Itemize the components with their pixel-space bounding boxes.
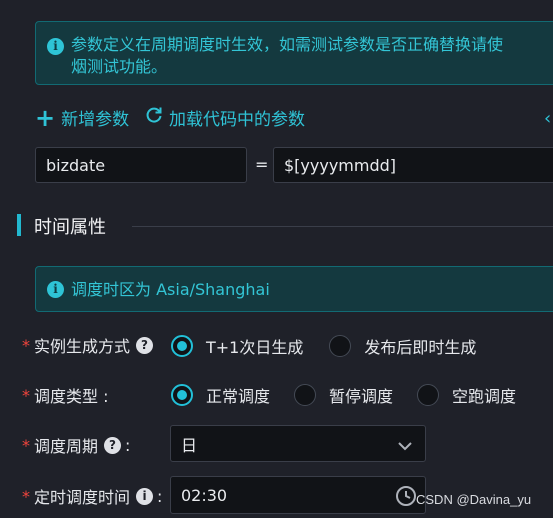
help-icon[interactable]: ?	[104, 436, 122, 454]
chevron-down-icon	[397, 437, 413, 456]
required-mark: *	[22, 435, 30, 455]
required-mark: *	[22, 486, 30, 506]
radio-unchecked-icon	[294, 384, 317, 406]
watermark: CSDN @Davina_yu	[416, 492, 532, 507]
parameter-notice: i 参数定义在周期调度时生效，如需测试参数是否正确替换请使 烟测试功能。	[35, 21, 553, 85]
schedule-type-radio-group: 正常调度 暂停调度 空跑调度	[171, 383, 516, 407]
load-code-params-button[interactable]: 加载代码中的参数	[145, 105, 305, 130]
radio-immediate[interactable]: 发布后即时生成	[329, 334, 476, 358]
radio-checked-icon	[171, 384, 193, 406]
radio-unchecked-icon	[329, 335, 352, 357]
schedule-time-label: * 定时调度时间 i :	[22, 486, 163, 508]
info-icon: i	[47, 281, 64, 298]
notice-line-2: 烟测试功能。	[71, 57, 168, 76]
radio-normal[interactable]: 正常调度	[171, 383, 270, 407]
schedule-cycle-label: * 调度周期 ? :	[22, 435, 131, 457]
schedule-time-input[interactable]: 02:30	[170, 476, 426, 514]
info-icon: i	[47, 38, 64, 55]
info-icon[interactable]: i	[136, 487, 154, 505]
radio-dry-run[interactable]: 空跑调度	[417, 383, 516, 407]
clock-icon	[395, 485, 417, 511]
schedule-cycle-select[interactable]: 日	[170, 425, 426, 462]
radio-unchecked-icon	[417, 384, 440, 406]
param-value-input[interactable]: $[yyyymmdd]	[273, 147, 553, 183]
radio-pause[interactable]: 暂停调度	[294, 383, 393, 407]
schedule-type-label: * 调度类型 :	[22, 385, 109, 407]
add-parameter-button[interactable]: + 新增参数	[35, 103, 129, 132]
notice-line-1: 参数定义在周期调度时生效，如需测试参数是否正确替换请使	[71, 35, 504, 54]
section-divider	[132, 226, 553, 227]
radio-t-plus-1[interactable]: T+1次日生成	[171, 334, 303, 358]
section-title: 时间属性	[34, 217, 106, 238]
collapse-arrow-icon[interactable]: ‹	[544, 108, 551, 129]
plus-icon: +	[35, 103, 56, 132]
required-mark: *	[22, 385, 30, 405]
required-mark: *	[22, 335, 30, 355]
timezone-text: 调度时区为 Asia/Shanghai	[71, 280, 270, 299]
radio-checked-icon	[171, 335, 193, 357]
timezone-notice: i 调度时区为 Asia/Shanghai	[35, 266, 553, 312]
instance-mode-radio-group: T+1次日生成 发布后即时生成	[171, 334, 476, 358]
equals-sign: =	[255, 155, 269, 174]
param-name-input[interactable]: bizdate	[35, 147, 247, 183]
refresh-icon	[145, 106, 163, 129]
help-icon[interactable]: ?	[136, 336, 154, 354]
instance-mode-label: * 实例生成方式 ?	[22, 333, 154, 357]
section-marker	[17, 214, 21, 236]
